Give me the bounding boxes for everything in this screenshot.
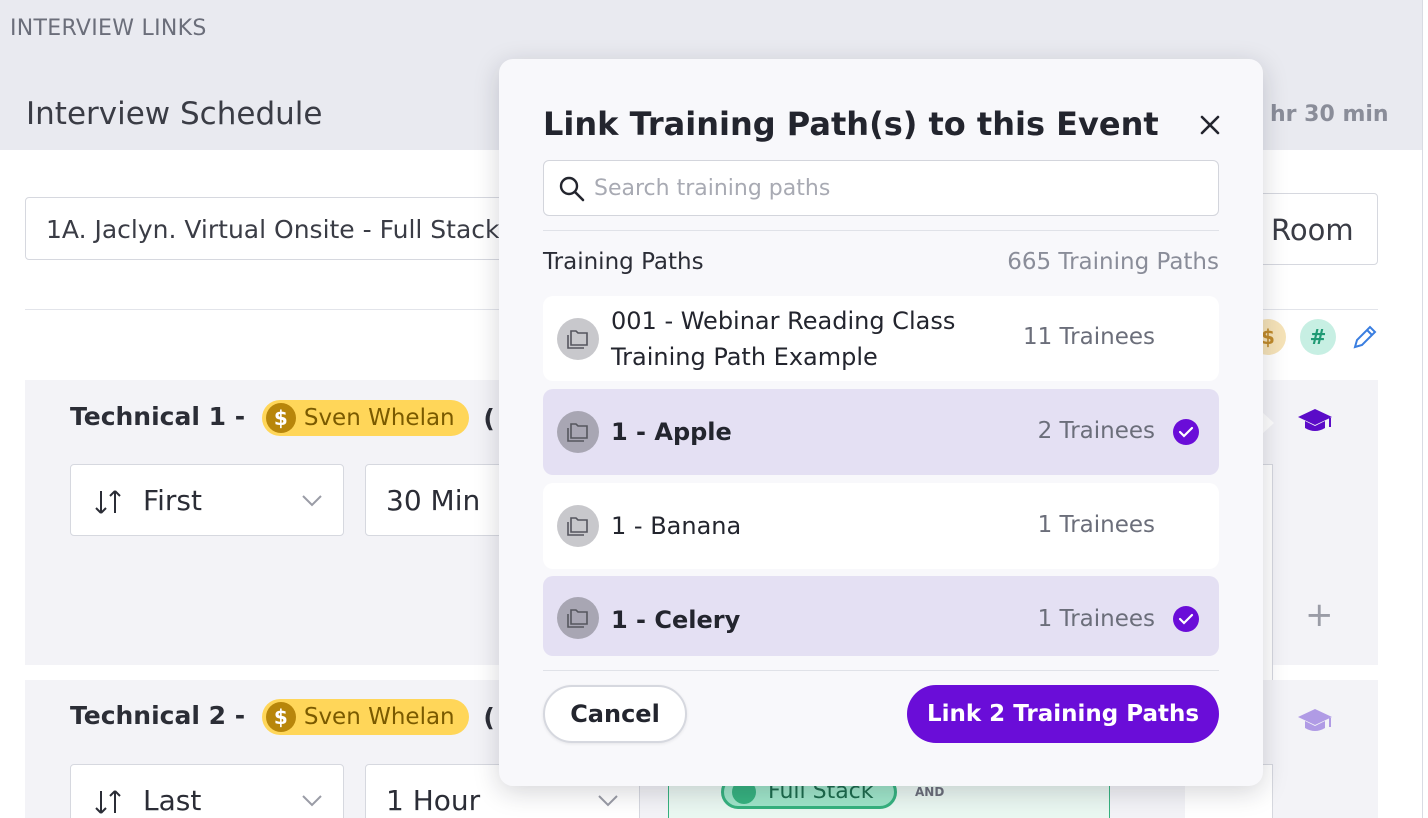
list-label: Training Paths (543, 249, 704, 275)
folder-icon (557, 318, 599, 360)
trainee-count: 2 Trainees (1037, 418, 1155, 444)
graduation-cap-icon[interactable] (1297, 706, 1333, 736)
check-icon[interactable] (1173, 606, 1199, 632)
interviewer-name: Sven Whelan (303, 405, 455, 431)
paren: ( (483, 403, 495, 433)
interviewer-pill[interactable]: $ Sven Whelan (261, 400, 469, 436)
training-path-name: 1 - Apple (611, 418, 732, 446)
cancel-button[interactable]: Cancel (543, 685, 687, 743)
search-field[interactable] (543, 160, 1219, 216)
folder-icon (557, 411, 599, 453)
dollar-icon: $ (265, 403, 296, 433)
order-select[interactable]: First (70, 464, 344, 536)
chevron-down-icon (302, 495, 322, 507)
sort-icon (95, 790, 121, 814)
link-training-path-modal: Link Training Path(s) to this Event Trai… (499, 59, 1263, 786)
search-input[interactable] (594, 161, 1204, 215)
scroll-edge (1422, 0, 1428, 818)
training-path-row[interactable]: 1 - Apple 2 Trainees (543, 389, 1219, 475)
training-path-name: 1 - Banana (611, 512, 742, 540)
and-label: AND (915, 785, 945, 799)
search-icon (559, 176, 585, 202)
training-path-row[interactable]: 001 - Webinar Reading Class Training Pat… (543, 296, 1219, 381)
graduation-cap-icon[interactable] (1297, 406, 1333, 436)
page-title: Interview Schedule (26, 96, 323, 132)
training-path-name: 1 - Celery (611, 606, 741, 634)
plus-icon[interactable]: + (1305, 595, 1334, 635)
divider (543, 230, 1219, 231)
section-title-row: Technical 2 - $ Sven Whelan ( $ (70, 699, 542, 735)
length-value: 1 Hour (386, 784, 481, 817)
popover-caret (1262, 412, 1274, 434)
divider (543, 670, 1219, 671)
dollar-icon: $ (265, 702, 296, 732)
paren: ( (483, 702, 495, 732)
trainee-count: 1 Trainees (1037, 606, 1155, 632)
section-title: Technical 2 - (70, 701, 246, 730)
folder-icon (557, 597, 599, 639)
training-path-name: 001 - Webinar Reading Class Training Pat… (611, 307, 956, 371)
order-value: Last (143, 784, 202, 817)
pencil-icon[interactable] (1350, 322, 1380, 352)
training-path-row[interactable]: 1 - Banana 1 Trainees (543, 483, 1219, 569)
order-value: First (143, 484, 202, 517)
length-value: 30 Min (386, 484, 481, 517)
folder-icon (557, 505, 599, 547)
event-name-field[interactable]: 1A. Jaclyn. Virtual Onsite - Full Stack … (25, 197, 545, 260)
check-icon[interactable] (1173, 419, 1199, 445)
training-path-row[interactable]: 1 - Celery 1 Trainees (543, 576, 1219, 656)
modal-title: Link Training Path(s) to this Event (543, 105, 1159, 143)
interviewer-name: Sven Whelan (303, 704, 455, 730)
sort-icon (95, 490, 121, 514)
section-title-row: Technical 1 - $ Sven Whelan ( $ (70, 400, 542, 436)
schedule-duration: hr 30 min (1270, 102, 1389, 127)
trainee-count: 11 Trainees (1022, 324, 1155, 350)
trainee-count: 1 Trainees (1037, 512, 1155, 538)
order-select[interactable]: Last (70, 764, 344, 818)
page-eyebrow: INTERVIEW LINKS (10, 16, 207, 41)
link-training-paths-button[interactable]: Link 2 Training Paths (907, 685, 1219, 743)
list-count: 665 Training Paths (1007, 249, 1219, 275)
chevron-down-icon (598, 795, 618, 807)
close-icon[interactable] (1197, 112, 1223, 138)
hash-icon[interactable]: # (1300, 319, 1336, 355)
chevron-down-icon (302, 795, 322, 807)
interviewer-pill[interactable]: $ Sven Whelan (261, 699, 469, 735)
section-title: Technical 1 - (70, 402, 246, 431)
